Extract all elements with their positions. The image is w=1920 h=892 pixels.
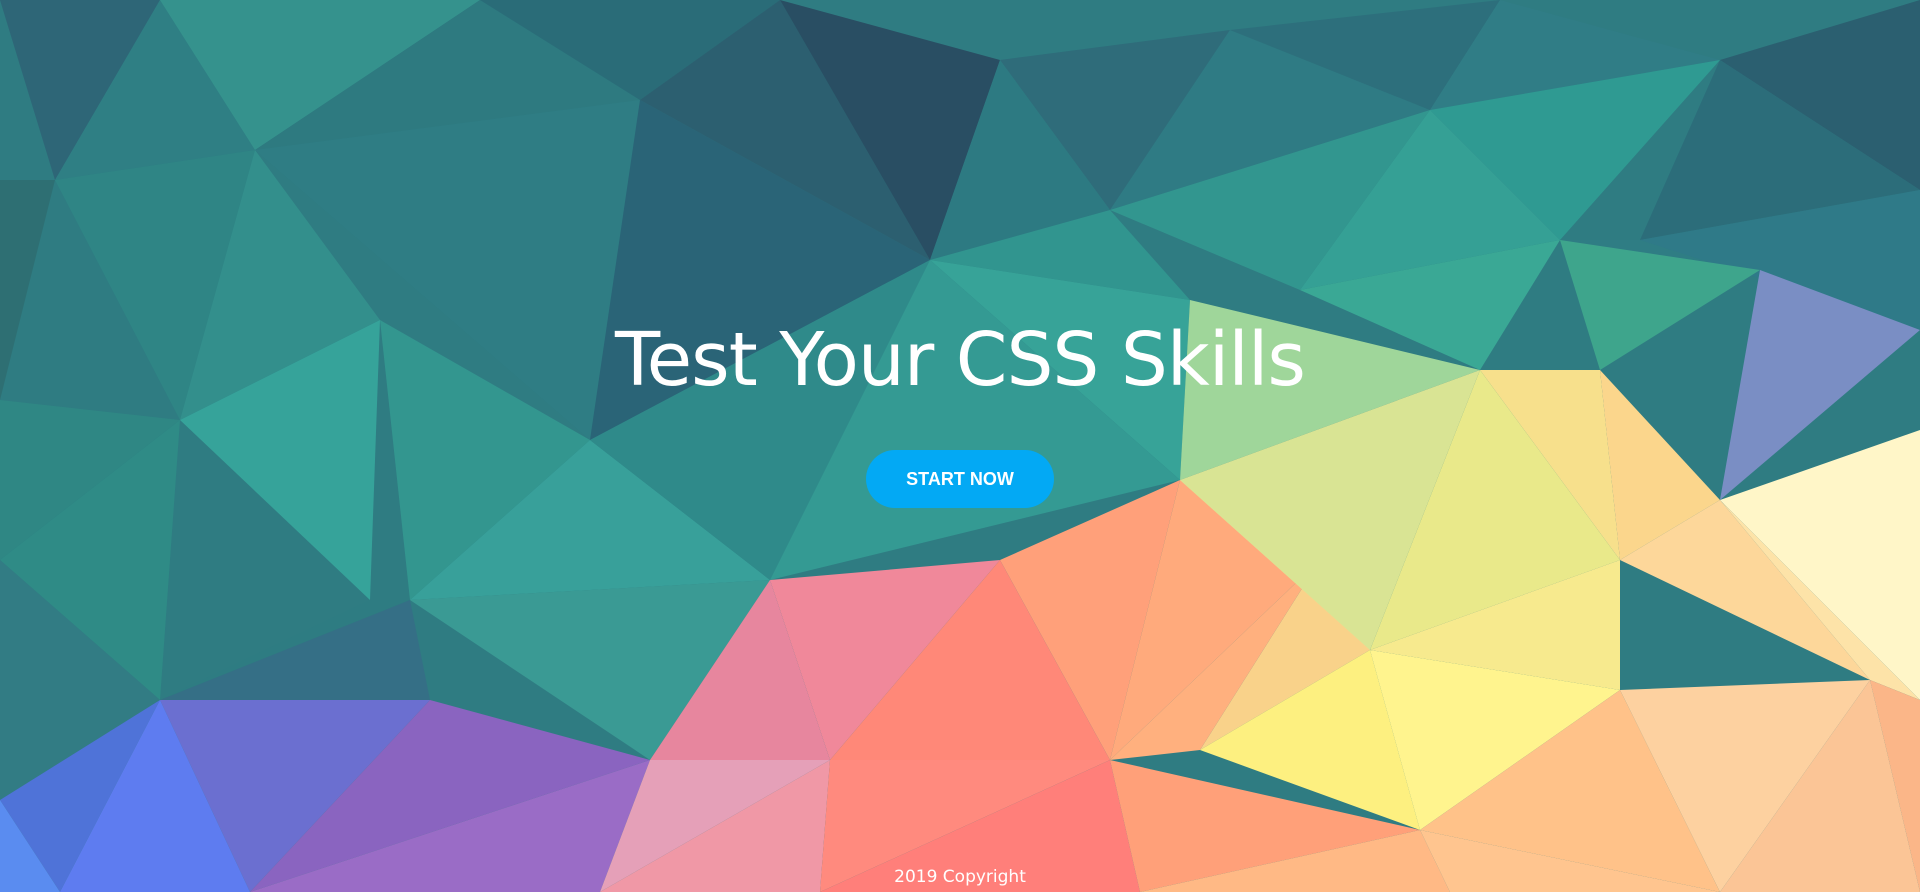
start-now-button[interactable]: START NOW <box>866 450 1054 508</box>
hero-section: Test Your CSS Skills START NOW 2019 Copy… <box>0 0 1920 892</box>
hero-title: Test Your CSS Skills <box>615 317 1306 403</box>
footer-copyright: 2019 Copyright <box>894 867 1026 887</box>
hero-content: Test Your CSS Skills START NOW <box>0 300 1920 508</box>
